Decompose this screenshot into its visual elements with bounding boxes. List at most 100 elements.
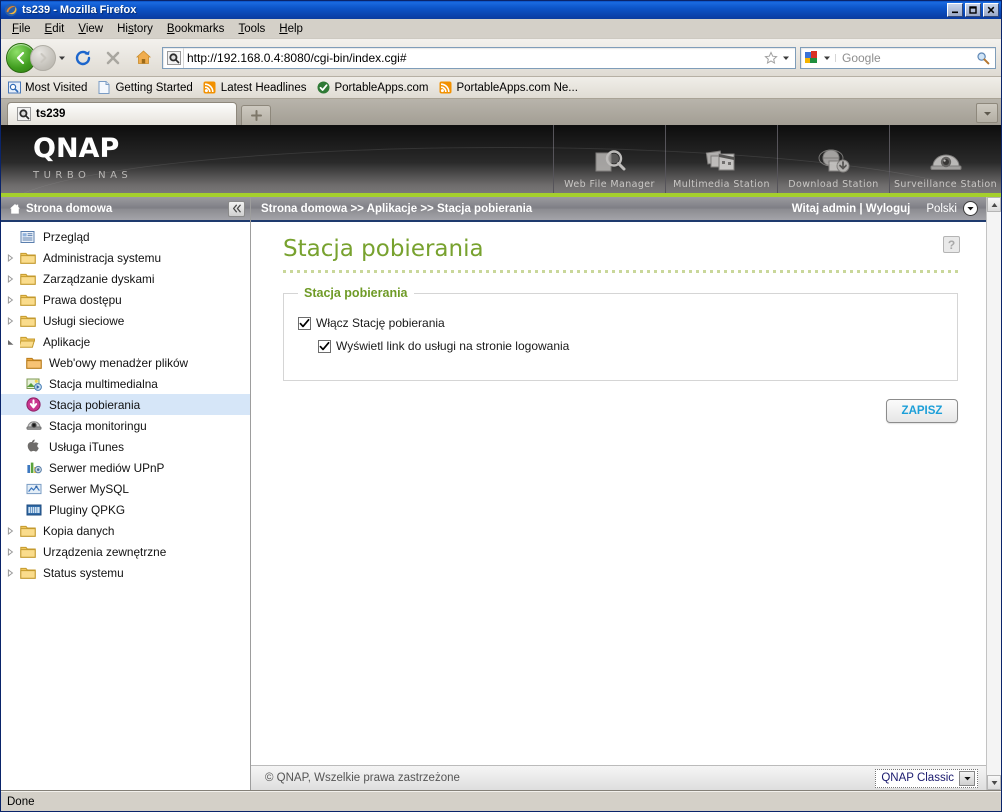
bookmark-star-icon[interactable] xyxy=(760,50,782,65)
sidebar-collapse-button[interactable] xyxy=(228,200,245,217)
sidebar-item-stacja-pobierania[interactable]: Stacja pobierania xyxy=(1,394,250,415)
sidebar-item-zarzadzanie-dyskami[interactable]: Zarządzanie dyskami xyxy=(1,268,250,289)
folder-orange-icon xyxy=(26,356,46,369)
sidebar-item-kopia-danych[interactable]: Kopia danych xyxy=(1,520,250,541)
tab-list-button[interactable] xyxy=(976,103,998,123)
scroll-up-button[interactable] xyxy=(987,197,1001,212)
language-dropdown-icon[interactable] xyxy=(963,201,978,216)
bookmark-portableapps[interactable]: PortableApps.com xyxy=(316,81,428,95)
bookmark-getting-started[interactable]: Getting Started xyxy=(97,81,193,95)
home-icon[interactable] xyxy=(130,45,156,71)
save-button[interactable]: ZAPISZ xyxy=(886,399,958,423)
page-scrollbar[interactable] xyxy=(986,197,1001,790)
bookmarks-toolbar: Most Visited Getting Started Latest Head… xyxy=(1,77,1001,99)
bookmark-label: Most Visited xyxy=(25,81,88,94)
portableapps-icon xyxy=(316,81,330,95)
sidebar-item-stacja-monitoringu[interactable]: Stacja monitoringu xyxy=(1,415,250,436)
folder-icon xyxy=(20,272,40,285)
sidebar-item-label: Stacja monitoringu xyxy=(49,418,147,433)
sidebar-item-web-file-manager[interactable]: Web'owy menadżer plików xyxy=(1,352,250,373)
sidebar-item-label: Administracja systemu xyxy=(43,250,162,265)
tab-strip: ts239 xyxy=(1,99,1001,125)
app-multimedia-station[interactable]: Multimedia Station xyxy=(665,125,777,193)
checkbox-row-enable[interactable]: Włącz Stację pobierania xyxy=(298,316,943,330)
search-engine-dropdown-icon[interactable] xyxy=(822,53,836,62)
tree-expand-arrow-icon[interactable] xyxy=(7,547,20,556)
tree-expand-arrow-icon[interactable] xyxy=(7,316,20,325)
sidebar-item-przeglad[interactable]: Przegląd xyxy=(1,226,250,247)
search-bar[interactable]: Google xyxy=(800,46,996,69)
reload-icon[interactable] xyxy=(70,45,96,71)
sidebar-item-urzadzenia-zewnetrzne[interactable]: Urządzenia zewnętrzne xyxy=(1,541,250,562)
app-surveillance-station[interactable]: Surveillance Station xyxy=(889,125,1001,193)
sidebar-item-status-systemu[interactable]: Status systemu xyxy=(1,562,250,583)
nav-history-dropdown[interactable] xyxy=(56,54,68,62)
welcome-logout[interactable]: Witaj admin | Wyloguj xyxy=(792,203,911,215)
qnap-favicon xyxy=(16,107,31,122)
menu-edit[interactable]: Edit xyxy=(38,21,72,37)
sidebar-item-label: Przegląd xyxy=(43,229,90,244)
new-tab-button[interactable] xyxy=(241,105,271,125)
tree-expand-arrow-icon[interactable] xyxy=(7,295,20,304)
sidebar-item-prawa-dostepu[interactable]: Prawa dostępu xyxy=(1,289,250,310)
checkbox-row-show-link[interactable]: Wyświetl link do usługi na stronie logow… xyxy=(318,339,943,353)
address-bar[interactable]: http://192.168.0.4:8080/cgi-bin/index.cg… xyxy=(162,46,796,69)
sidebar-item-aplikacje[interactable]: Aplikacje xyxy=(1,331,250,352)
close-button[interactable] xyxy=(983,3,999,17)
tree-expand-arrow-icon[interactable] xyxy=(7,253,20,262)
chevron-down-icon[interactable] xyxy=(959,770,975,786)
title-separator xyxy=(283,270,958,273)
tree-expand-arrow-icon[interactable] xyxy=(7,274,20,283)
show-login-link-checkbox[interactable] xyxy=(318,339,331,353)
forward-button[interactable] xyxy=(30,44,56,71)
tree-expand-arrow-icon[interactable] xyxy=(7,526,20,535)
checkbox-label: Wyświetl link do usługi na stronie logow… xyxy=(336,339,570,353)
bookmark-label: Getting Started xyxy=(115,81,193,94)
sidebar-item-stacja-multimedialna[interactable]: Stacja multimedialna xyxy=(1,373,250,394)
enable-download-station-checkbox[interactable] xyxy=(298,316,311,330)
sidebar-item-pluginy-qpkg[interactable]: Pluginy QPKG xyxy=(1,499,250,520)
app-download-station[interactable]: Download Station xyxy=(777,125,889,193)
address-dropdown-icon[interactable] xyxy=(782,54,795,62)
menu-help[interactable]: Help xyxy=(272,21,310,37)
page-split: Strona domowa Przegląd Administracja sys… xyxy=(1,197,1001,790)
theme-select[interactable]: QNAP Classic xyxy=(875,768,978,788)
sidebar-item-usluga-itunes[interactable]: Usługa iTunes xyxy=(1,436,250,457)
sidebar-item-label: Status systemu xyxy=(43,565,124,580)
search-icon[interactable] xyxy=(976,51,995,65)
help-button[interactable]: ? xyxy=(943,236,960,253)
page-title: Stacja pobierania xyxy=(283,236,484,262)
menu-file[interactable]: File xyxy=(5,21,38,37)
menu-history[interactable]: History xyxy=(110,21,160,37)
sidebar-item-uslugi-sieciowe[interactable]: Usługi sieciowe xyxy=(1,310,250,331)
stop-icon[interactable] xyxy=(100,45,126,71)
scrollbar-track[interactable] xyxy=(987,212,1001,775)
bookmark-latest-headlines[interactable]: Latest Headlines xyxy=(203,81,306,95)
bookmark-portableapps-news[interactable]: PortableApps.com Ne... xyxy=(438,81,578,95)
sidebar-item-serwer-mysql[interactable]: Serwer MySQL xyxy=(1,478,250,499)
scroll-down-button[interactable] xyxy=(987,775,1001,790)
app-web-file-manager[interactable]: Web File Manager xyxy=(553,125,665,193)
sidebar-item-serwer-mediow-upnp[interactable]: Serwer mediów UPnP xyxy=(1,457,250,478)
page-viewport: QNAP TURBO NAS Web File Manager Multimed… xyxy=(1,125,1001,791)
site-favicon xyxy=(164,47,184,68)
menu-tools[interactable]: Tools xyxy=(231,21,272,37)
tree-collapse-arrow-icon[interactable] xyxy=(7,338,20,346)
main-panel: Strona domowa >> Aplikacje >> Stacja pob… xyxy=(251,197,986,790)
bookmark-most-visited[interactable]: Most Visited xyxy=(7,81,87,95)
menu-view[interactable]: View xyxy=(71,21,110,37)
sidebar-item-administracja-systemu[interactable]: Administracja systemu xyxy=(1,247,250,268)
minimize-button[interactable] xyxy=(947,3,963,17)
maximize-button[interactable] xyxy=(965,3,981,17)
sidebar-item-label: Kopia danych xyxy=(43,523,115,538)
folder-icon xyxy=(20,566,40,579)
folder-search-icon xyxy=(593,148,627,176)
qpkg-icon xyxy=(26,503,46,517)
url-text[interactable]: http://192.168.0.4:8080/cgi-bin/index.cg… xyxy=(187,51,760,65)
search-input[interactable]: Google xyxy=(836,51,976,65)
menu-bookmarks[interactable]: Bookmarks xyxy=(160,21,232,37)
tree-expand-arrow-icon[interactable] xyxy=(7,568,20,577)
google-icon xyxy=(803,49,821,67)
status-text: Done xyxy=(7,795,35,808)
tab-ts239[interactable]: ts239 xyxy=(7,102,237,125)
